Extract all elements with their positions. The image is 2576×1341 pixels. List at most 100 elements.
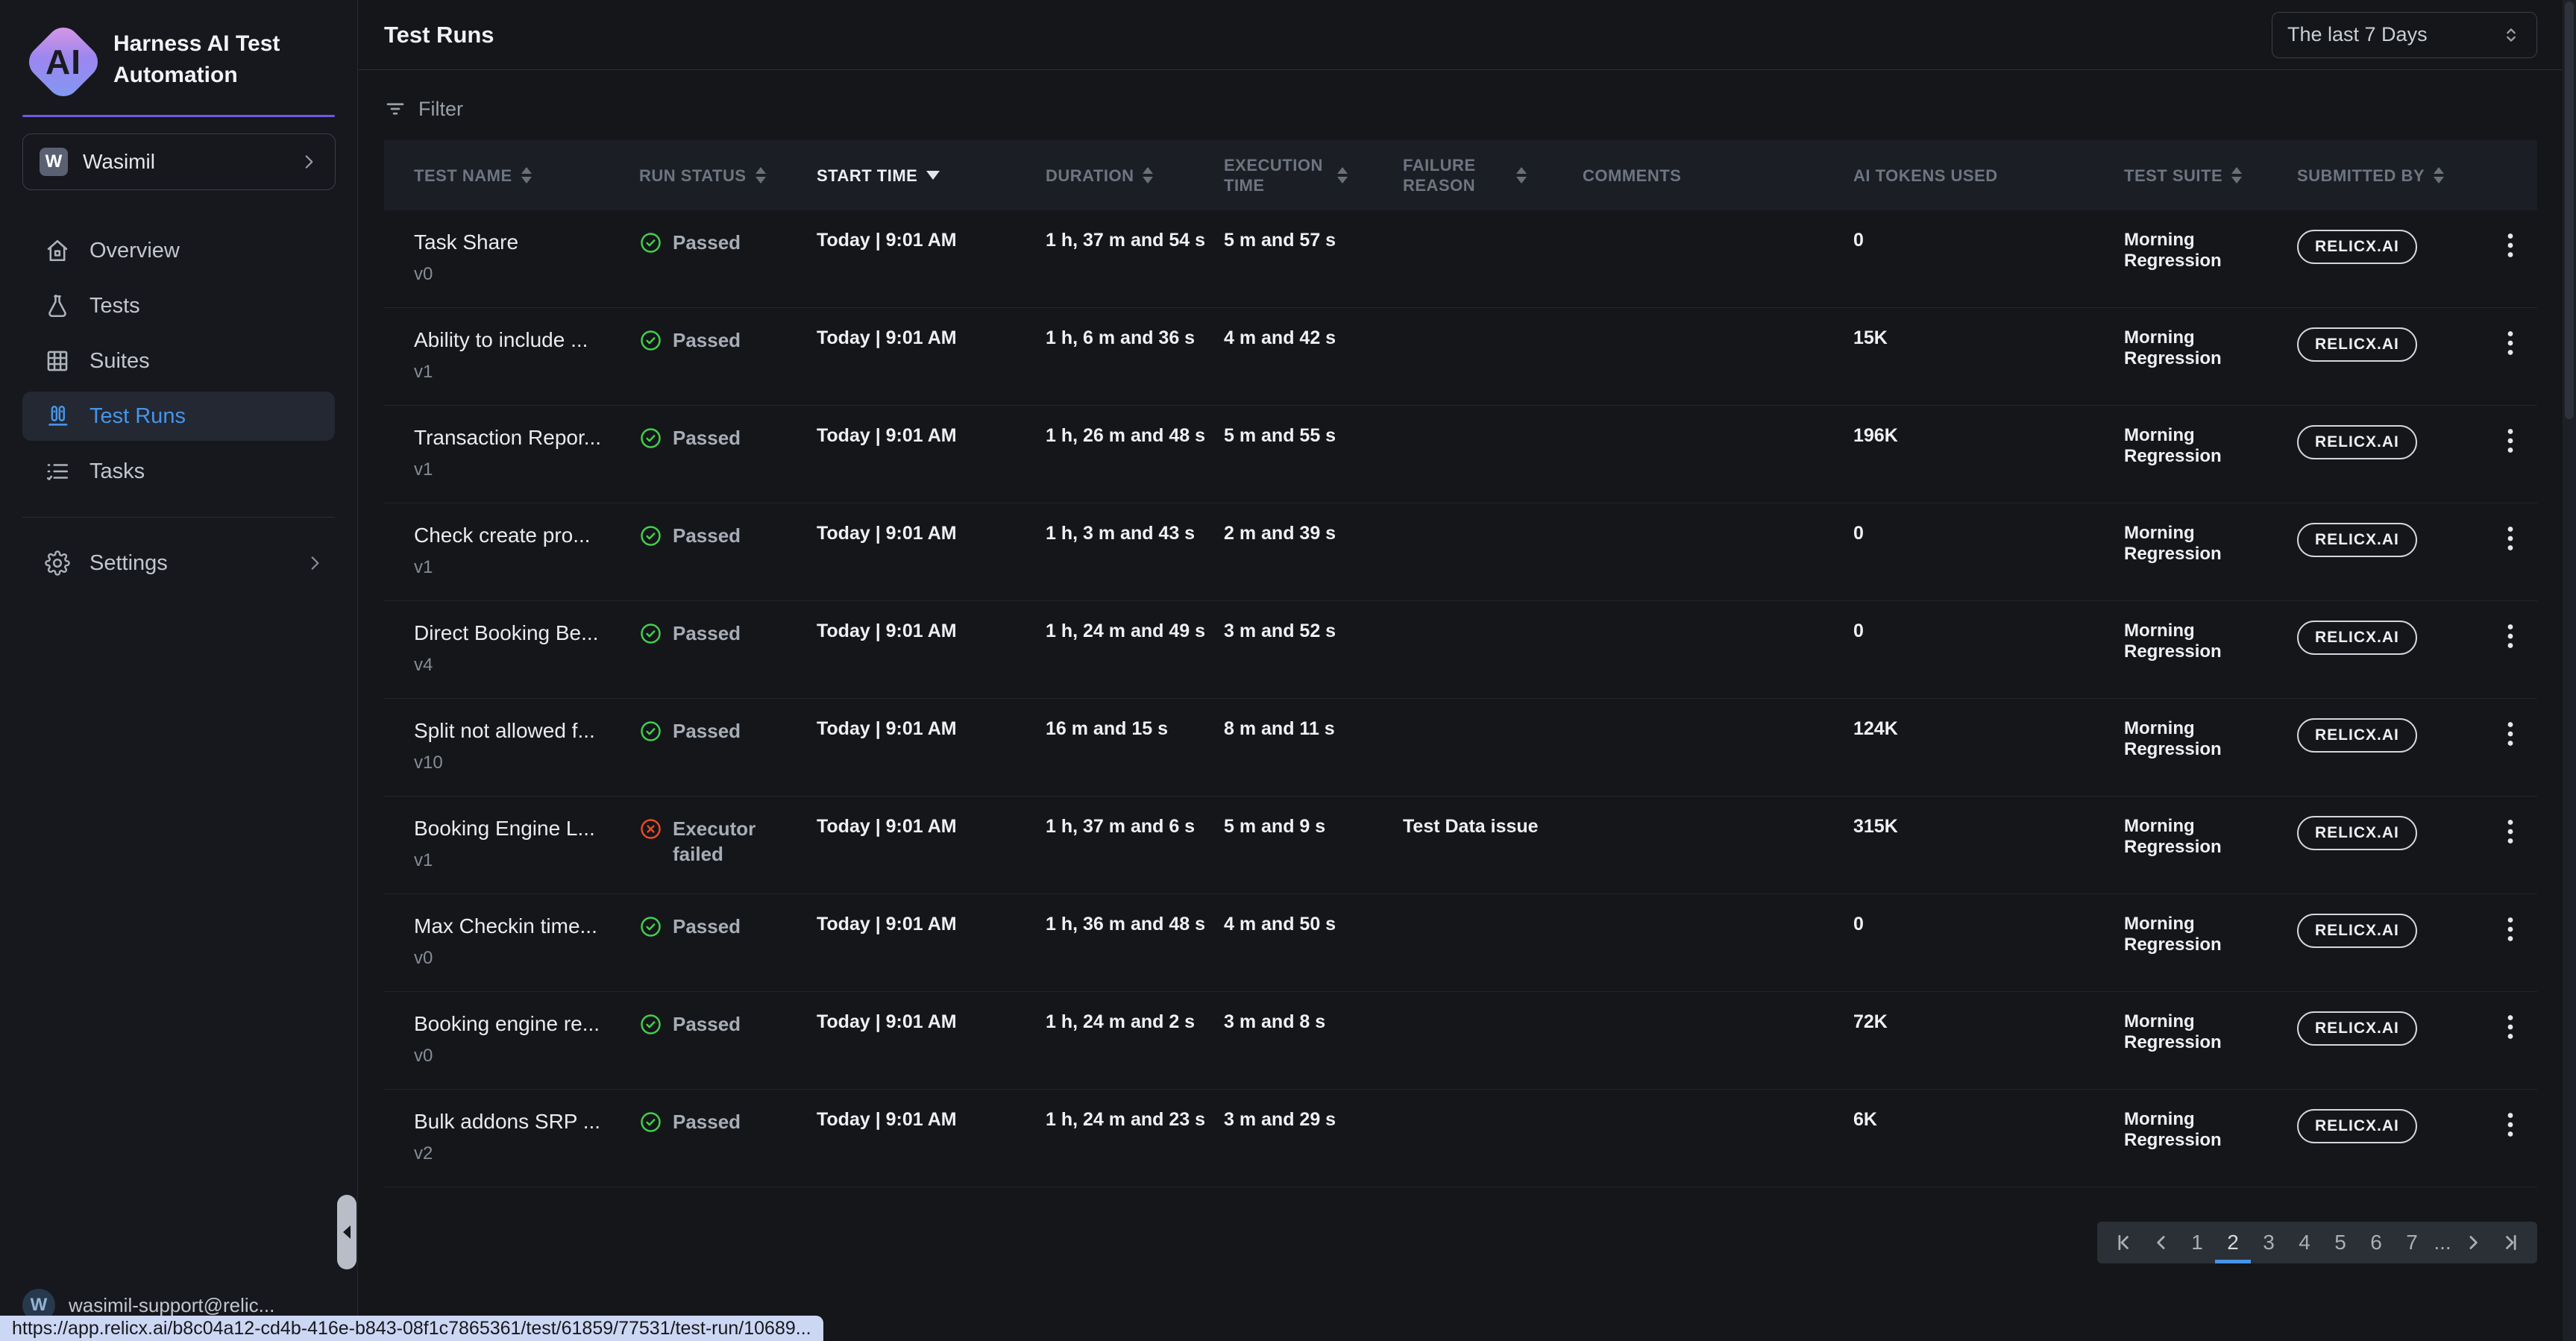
test-suite: Morning Regression <box>2124 503 2297 600</box>
column-header-start-time[interactable]: START TIME <box>817 166 1046 186</box>
page-3-button[interactable]: 3 <box>2251 1222 2287 1263</box>
kebab-menu-button[interactable] <box>2492 1109 2528 1140</box>
submitted-by-badge: RELICX.AI <box>2297 1011 2417 1046</box>
kebab-icon <box>2500 526 2521 551</box>
failure-reason <box>1403 308 1583 405</box>
test-name-cell[interactable]: Max Checkin time... v0 <box>414 894 639 991</box>
sidebar-item-tests[interactable]: Tests <box>22 281 335 330</box>
kebab-menu-button[interactable] <box>2492 718 2528 750</box>
table-row[interactable]: Max Checkin time... v0 Passed Today | 9:… <box>384 894 2537 992</box>
test-version: v2 <box>414 1143 639 1164</box>
column-header-test-suite[interactable]: TEST SUITE <box>2124 166 2297 186</box>
submitted-by-cell: RELICX.AI <box>2297 406 2492 503</box>
table-row[interactable]: Split not allowed f... v10 Passed Today … <box>384 699 2537 797</box>
row-actions-cell <box>2492 797 2538 894</box>
table-row[interactable]: Direct Booking Be... v4 Passed Today | 9… <box>384 601 2537 699</box>
date-range-select[interactable]: The last 7 Days <box>2272 12 2537 58</box>
sort-icon <box>755 167 766 183</box>
duration: 1 h, 24 m and 23 s <box>1046 1090 1224 1187</box>
check-circle-icon <box>639 427 662 450</box>
page-4-button[interactable]: 4 <box>2287 1222 2322 1263</box>
table-row[interactable]: Bulk addons SRP ... v2 Passed Today | 9:… <box>384 1090 2537 1187</box>
submitted-by-badge: RELICX.AI <box>2297 425 2417 459</box>
first-page-icon <box>2114 1231 2137 1254</box>
workspace-label: Wasimil <box>83 150 284 174</box>
row-actions-cell <box>2492 308 2538 405</box>
kebab-menu-button[interactable] <box>2492 425 2528 456</box>
table-row[interactable]: Ability to include ... v1 Passed Today |… <box>384 308 2537 406</box>
kebab-menu-button[interactable] <box>2492 914 2528 945</box>
test-name-cell[interactable]: Transaction Repor... v1 <box>414 406 639 503</box>
first-page-button[interactable] <box>2108 1222 2143 1263</box>
start-time: Today | 9:01 AM <box>817 797 1046 894</box>
next-page-button[interactable] <box>2455 1222 2491 1263</box>
last-page-button[interactable] <box>2491 1222 2527 1263</box>
sidebar-item-overview[interactable]: Overview <box>22 226 335 275</box>
comments <box>1583 406 1853 503</box>
column-header-failure-reason[interactable]: FAILURE REASON <box>1403 155 1583 195</box>
table-row[interactable]: Task Share v0 Passed Today | 9:01 AM 1 h… <box>384 210 2537 308</box>
submitted-by-cell: RELICX.AI <box>2297 797 2492 894</box>
page-5-button[interactable]: 5 <box>2322 1222 2358 1263</box>
start-time: Today | 9:01 AM <box>817 699 1046 796</box>
row-actions-cell <box>2492 406 2538 503</box>
column-header-test-name[interactable]: TEST NAME <box>414 166 639 186</box>
column-header-run-status[interactable]: RUN STATUS <box>639 166 817 186</box>
column-header-submitted-by[interactable]: SUBMITTED BY <box>2297 166 2492 186</box>
kebab-menu-button[interactable] <box>2492 523 2528 554</box>
table-row[interactable]: Booking engine re... v0 Passed Today | 9… <box>384 992 2537 1090</box>
filter-button[interactable]: Filter <box>384 98 463 121</box>
column-header-duration[interactable]: DURATION <box>1046 166 1224 186</box>
start-time: Today | 9:01 AM <box>817 308 1046 405</box>
check-circle-icon <box>639 231 662 254</box>
test-name-cell[interactable]: Bulk addons SRP ... v2 <box>414 1090 639 1187</box>
sidebar-item-tasks[interactable]: Tasks <box>22 447 335 496</box>
check-circle-icon <box>639 1013 662 1036</box>
test-name-cell[interactable]: Booking Engine L... v1 <box>414 797 639 894</box>
column-header-execution-time[interactable]: EXECUTION TIME <box>1224 155 1403 195</box>
kebab-icon <box>2500 1112 2521 1137</box>
test-name-cell[interactable]: Split not allowed f... v10 <box>414 699 639 796</box>
workspace-switcher[interactable]: W Wasimil <box>22 134 336 190</box>
scrollbar[interactable] <box>2563 0 2576 1341</box>
sidebar-item-test-runs[interactable]: Test Runs <box>22 392 335 441</box>
submitted-by-cell: RELICX.AI <box>2297 210 2492 307</box>
prev-page-button[interactable] <box>2143 1222 2179 1263</box>
comments <box>1583 797 1853 894</box>
kebab-menu-button[interactable] <box>2492 327 2528 359</box>
kebab-menu-button[interactable] <box>2492 621 2528 652</box>
comments <box>1583 503 1853 600</box>
page-1-button[interactable]: 1 <box>2179 1222 2215 1263</box>
sort-icon <box>521 167 532 183</box>
sidebar-item-settings[interactable]: Settings <box>22 538 335 588</box>
kebab-menu-button[interactable] <box>2492 816 2528 847</box>
test-name-cell[interactable]: Booking engine re... v0 <box>414 992 639 1089</box>
run-status-cell: Passed <box>639 1090 817 1187</box>
row-actions-cell <box>2492 699 2538 796</box>
x-circle-icon <box>639 817 662 841</box>
sidebar-item-suites[interactable]: Suites <box>22 336 335 386</box>
test-name-cell[interactable]: Task Share v0 <box>414 210 639 307</box>
scrollbar-thumb[interactable] <box>2565 1 2574 419</box>
run-status-label: Passed <box>673 1011 741 1037</box>
page-6-button[interactable]: 6 <box>2358 1222 2394 1263</box>
table-row[interactable]: Booking Engine L... v1 Executor failed T… <box>384 797 2537 894</box>
test-name-cell[interactable]: Check create pro... v1 <box>414 503 639 600</box>
sidebar-collapse-handle[interactable] <box>337 1195 356 1269</box>
test-name-cell[interactable]: Ability to include ... v1 <box>414 308 639 405</box>
comments <box>1583 699 1853 796</box>
kebab-menu-button[interactable] <box>2492 1011 2528 1043</box>
page-2-button[interactable]: 2 <box>2215 1222 2251 1263</box>
test-name-cell[interactable]: Direct Booking Be... v4 <box>414 601 639 698</box>
page-7-button[interactable]: 7 <box>2394 1222 2430 1263</box>
table-row[interactable]: Check create pro... v1 Passed Today | 9:… <box>384 503 2537 601</box>
execution-time: 8 m and 11 s <box>1224 699 1403 796</box>
submitted-by-badge: RELICX.AI <box>2297 621 2417 655</box>
test-name: Check create pro... <box>414 523 639 548</box>
sort-desc-icon <box>926 171 940 180</box>
kebab-menu-button[interactable] <box>2492 230 2528 261</box>
sort-icon <box>1143 167 1153 183</box>
table-row[interactable]: Transaction Repor... v1 Passed Today | 9… <box>384 406 2537 503</box>
sort-icon <box>2231 167 2242 183</box>
submitted-by-badge: RELICX.AI <box>2297 327 2417 362</box>
